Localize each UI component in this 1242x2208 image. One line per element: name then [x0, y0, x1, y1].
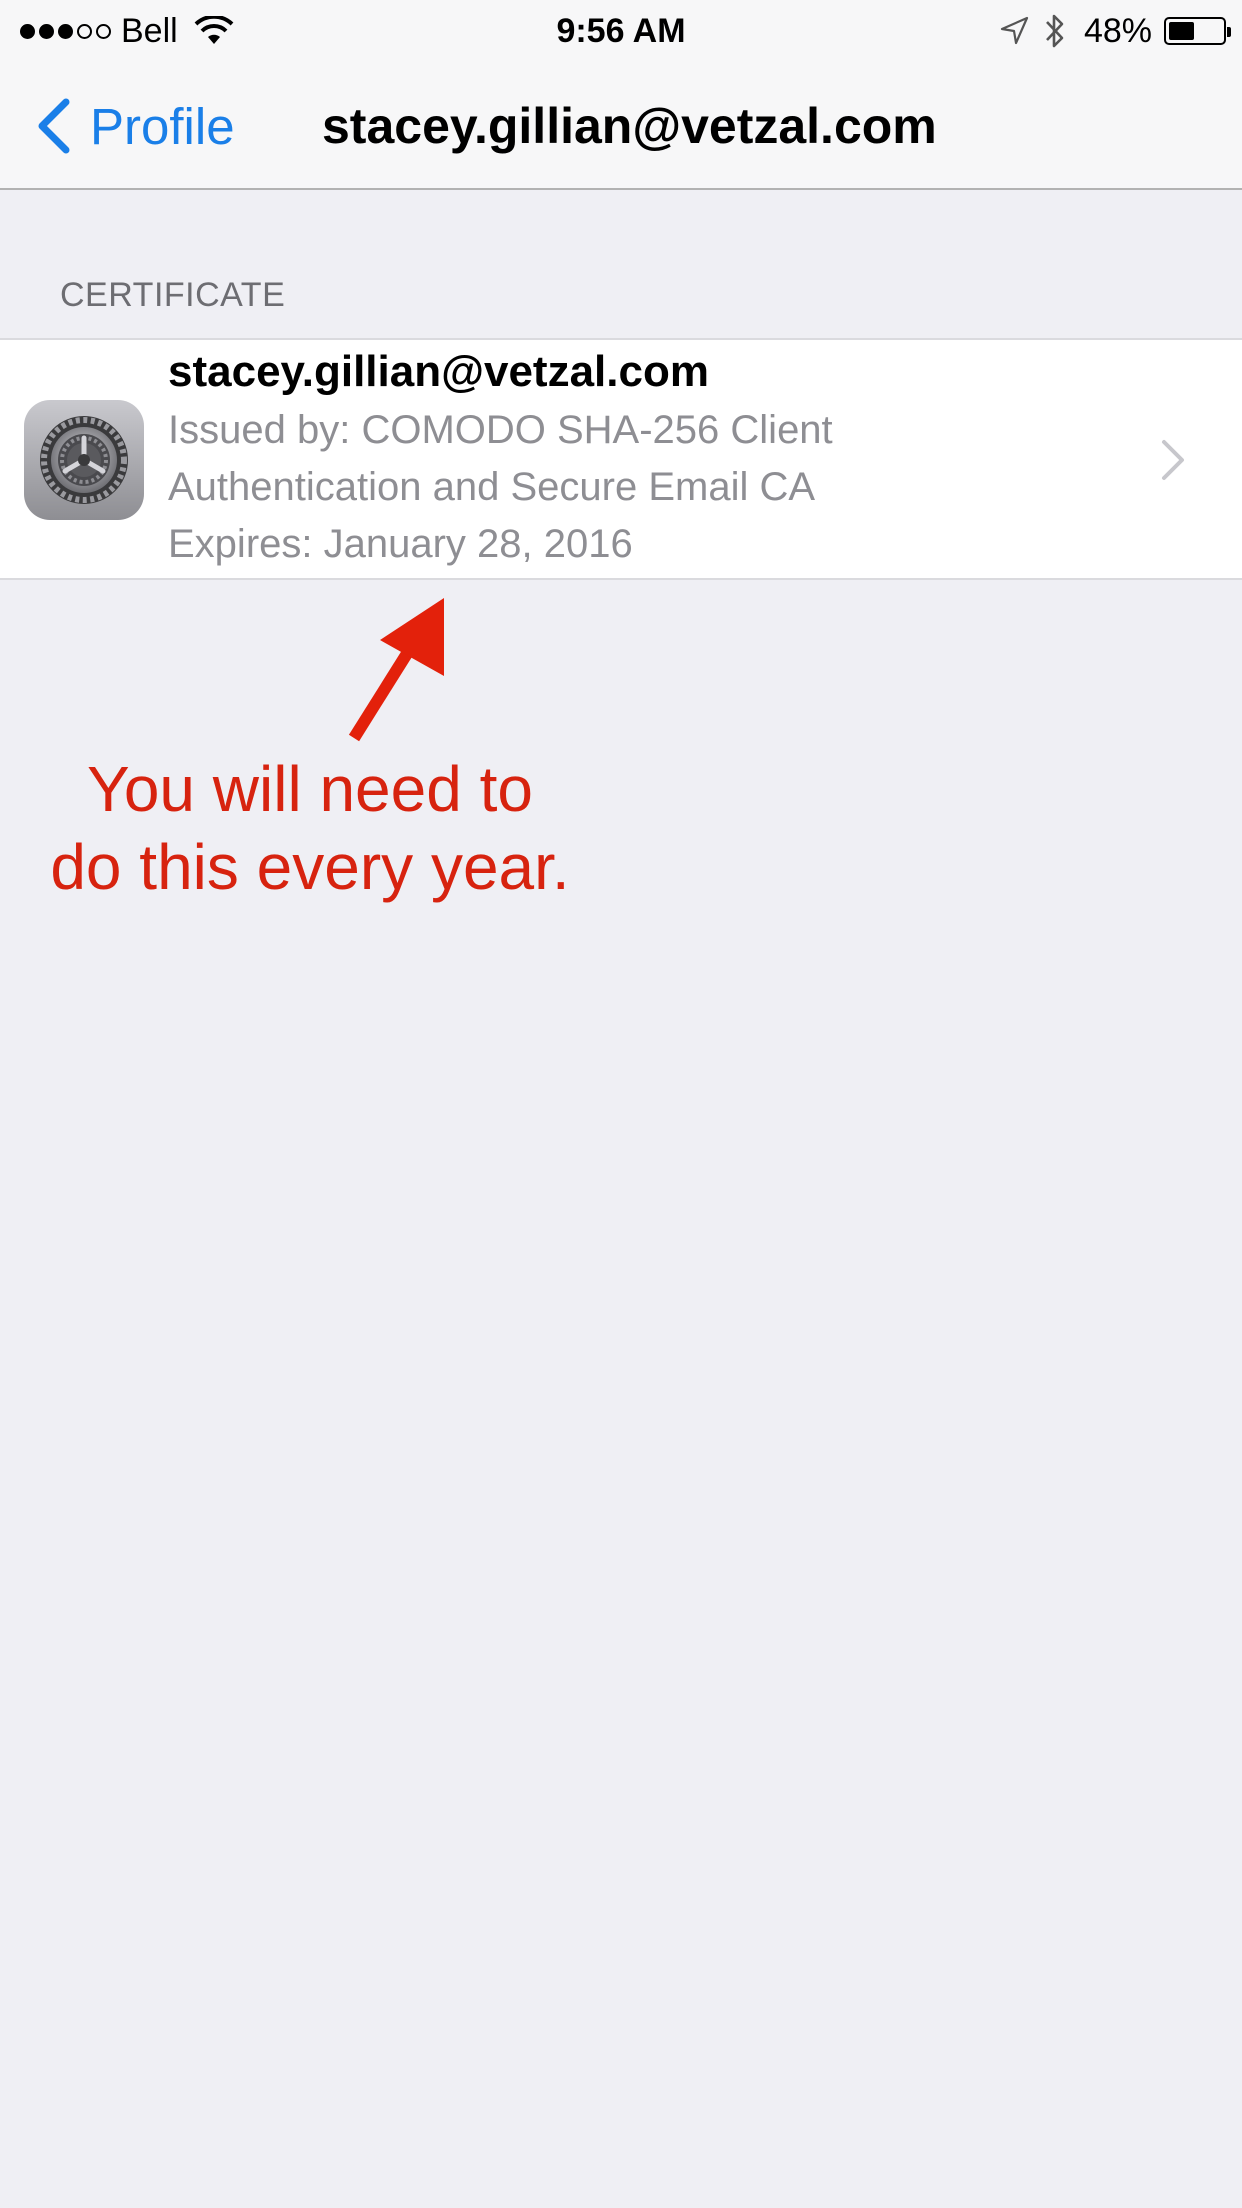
location-arrow-icon — [1000, 16, 1029, 45]
battery-icon — [1164, 17, 1231, 45]
certificate-details: stacey.gillian@vetzal.com Issued by: COM… — [168, 342, 833, 573]
certificate-name: stacey.gillian@vetzal.com — [168, 347, 709, 396]
page-title: stacey.gillian@vetzal.com — [322, 98, 937, 154]
annotation-line-2: do this every year. — [50, 831, 570, 903]
battery-percentage: 48% — [1083, 11, 1152, 50]
chevron-left-icon — [38, 98, 70, 154]
chevron-right-icon — [1162, 440, 1184, 480]
annotation-line-1: You will need to — [87, 753, 533, 825]
battery-cap — [1227, 27, 1231, 37]
gear-icon — [40, 416, 128, 504]
bluetooth-icon — [1045, 14, 1064, 48]
battery-level-fill — [1169, 22, 1194, 40]
annotation-arrow-icon — [348, 598, 444, 742]
certificate-issuer-line-1: Issued by: COMODO SHA-256 Client — [168, 408, 833, 452]
status-right: 48% — [998, 10, 1231, 52]
certificate-row[interactable]: stacey.gillian@vetzal.com Issued by: COM… — [0, 338, 1242, 580]
section-header-certificate: CERTIFICATE — [60, 276, 286, 314]
back-button[interactable]: Profile — [34, 62, 235, 190]
back-button-label: Profile — [90, 97, 235, 155]
settings-gear-icon — [24, 400, 144, 520]
annotation-note: You will need to do this every year. — [20, 750, 600, 906]
status-bar: Bell 9:56 AM 48% — [0, 0, 1242, 62]
certificate-expiry: Expires: January 28, 2016 — [168, 522, 633, 566]
certificate-issuer-line-2: Authentication and Secure Email CA — [168, 465, 816, 509]
navigation-bar: Profile stacey.gillian@vetzal.com — [0, 62, 1242, 190]
